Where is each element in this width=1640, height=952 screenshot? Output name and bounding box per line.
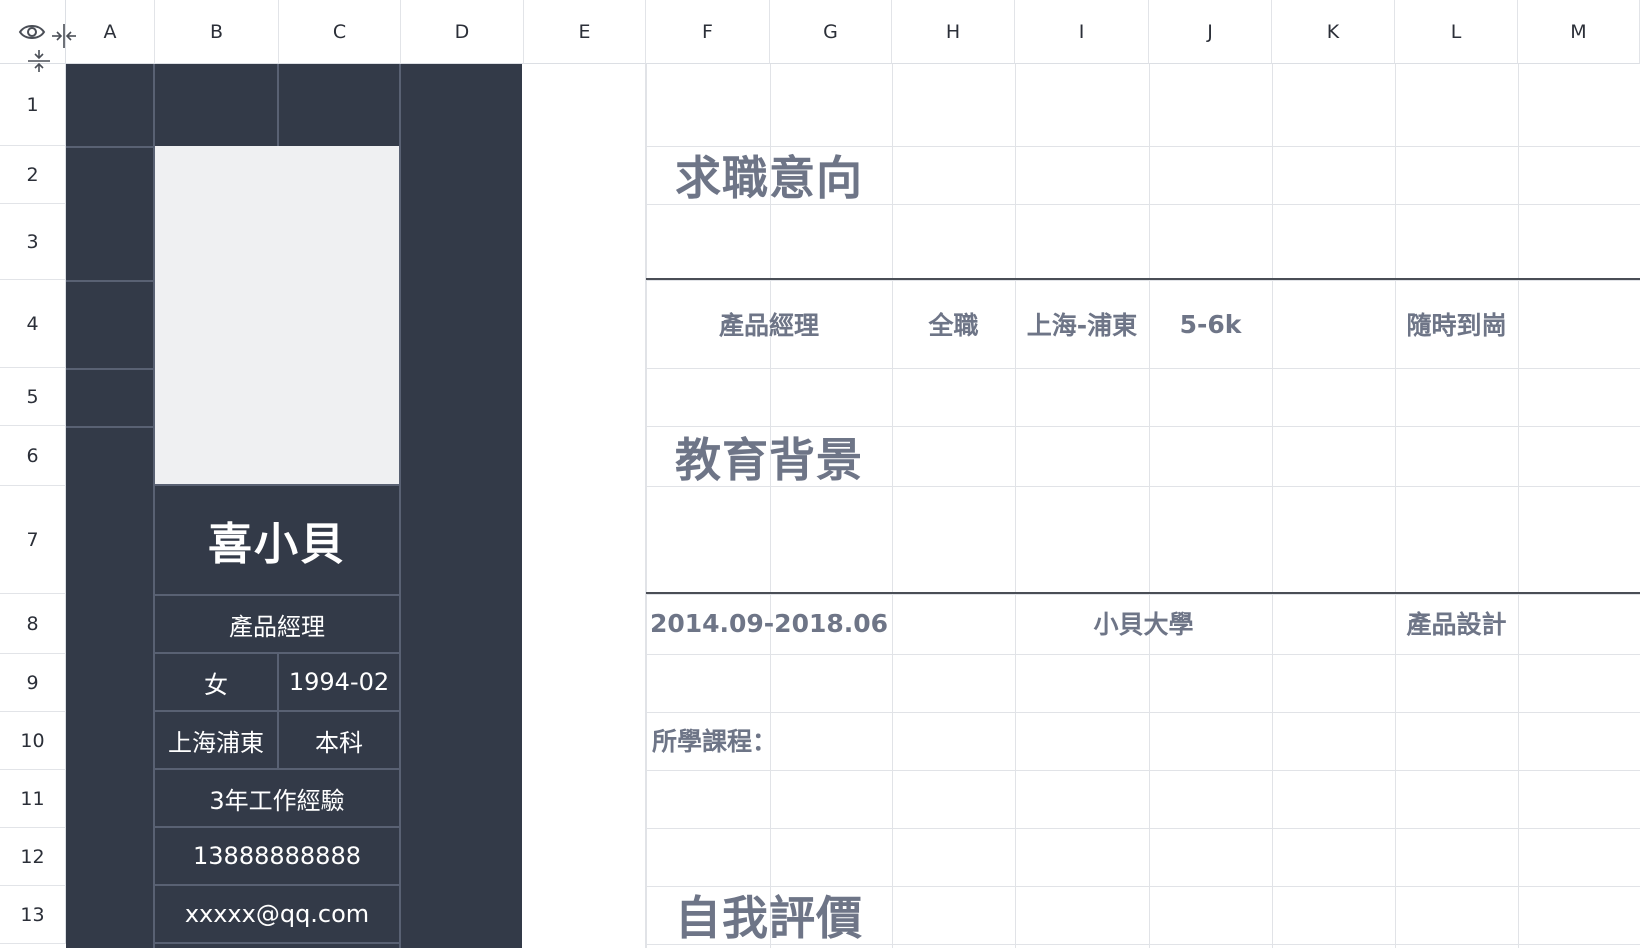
row-header-5[interactable]: 5	[0, 368, 66, 426]
bottom-edge	[0, 948, 1640, 952]
row-header-4[interactable]: 4	[0, 280, 66, 368]
collapse-rows-icon[interactable]	[26, 48, 52, 74]
column-header-j[interactable]: J	[1149, 0, 1272, 64]
column-header-h[interactable]: H	[892, 0, 1015, 64]
column-header-i[interactable]: I	[1015, 0, 1149, 64]
select-all-corner[interactable]	[0, 0, 76, 72]
intent-availability[interactable]: 隨時到崗	[1395, 280, 1518, 368]
profile-title[interactable]: 產品經理	[155, 596, 399, 652]
row-header-6[interactable]: 6	[0, 426, 66, 486]
profile-phone[interactable]: 13888888888	[155, 828, 399, 884]
collapse-columns-icon[interactable]	[50, 22, 78, 50]
eye-icon[interactable]	[18, 22, 46, 42]
divider	[277, 64, 279, 146]
grid-line	[646, 828, 1640, 829]
divider	[66, 368, 155, 370]
profile-location[interactable]: 上海浦東	[155, 712, 277, 768]
column-header-b[interactable]: B	[155, 0, 279, 64]
grid-line	[892, 64, 893, 952]
grid-line	[646, 654, 1640, 655]
section-title-intent[interactable]: 求職意向	[646, 146, 892, 205]
intent-salary[interactable]: 5-6k	[1149, 280, 1272, 368]
education-school[interactable]: 小貝大學	[892, 594, 1395, 652]
grid-line	[1395, 64, 1396, 952]
row-header-2[interactable]: 2	[0, 146, 66, 204]
row-header-8[interactable]: 8	[0, 594, 66, 654]
grid-line	[646, 770, 1640, 771]
column-header-a[interactable]: A	[66, 0, 155, 64]
education-courses-label[interactable]: 所學課程：	[646, 712, 946, 768]
column-header-g[interactable]: G	[770, 0, 892, 64]
intent-city[interactable]: 上海-浦東	[1015, 280, 1149, 368]
divider	[66, 146, 155, 148]
column-header-f[interactable]: F	[646, 0, 770, 64]
row-header-11[interactable]: 11	[0, 770, 66, 828]
photo-placeholder[interactable]	[155, 146, 400, 486]
profile-gender[interactable]: 女	[155, 654, 277, 710]
row-header-9[interactable]: 9	[0, 654, 66, 712]
row-header-12[interactable]: 12	[0, 828, 66, 886]
grid-line	[1518, 64, 1519, 952]
row-header-3[interactable]: 3	[0, 204, 66, 280]
column-header-m[interactable]: M	[1518, 0, 1640, 64]
row-header-13[interactable]: 13	[0, 886, 66, 944]
divider	[399, 64, 401, 952]
column-header-e[interactable]: E	[524, 0, 646, 64]
education-major[interactable]: 產品設計	[1395, 594, 1518, 652]
column-header-k[interactable]: K	[1272, 0, 1395, 64]
column-header-c[interactable]: C	[279, 0, 401, 64]
row-header-10[interactable]: 10	[0, 712, 66, 770]
profile-email[interactable]: xxxxx@qq.com	[155, 886, 399, 942]
row-header-1[interactable]: 1	[0, 64, 66, 146]
grid-line	[646, 368, 1640, 369]
divider	[66, 280, 155, 282]
education-period[interactable]: 2014.09-2018.06	[646, 594, 892, 652]
column-header-d[interactable]: D	[401, 0, 524, 64]
intent-position[interactable]: 產品經理	[646, 280, 892, 368]
grid-line	[1272, 64, 1273, 952]
row-header-7[interactable]: 7	[0, 486, 66, 594]
divider	[66, 426, 155, 428]
profile-birth[interactable]: 1994-02	[279, 654, 399, 710]
column-header-l[interactable]: L	[1395, 0, 1518, 64]
spreadsheet: 喜小貝 產品經理 女 1994-02 上海浦東 本科 3年工作經驗 138888…	[0, 0, 1640, 952]
section-title-self-eval[interactable]: 自我評價	[646, 886, 892, 945]
profile-experience[interactable]: 3年工作經驗	[155, 770, 399, 826]
section-title-education[interactable]: 教育背景	[646, 428, 892, 487]
grid-line	[1015, 64, 1016, 952]
divider	[153, 942, 401, 944]
grid-line	[1149, 64, 1150, 952]
intent-type[interactable]: 全職	[892, 280, 1015, 368]
profile-name[interactable]: 喜小貝	[155, 486, 399, 594]
profile-degree[interactable]: 本科	[279, 712, 399, 768]
